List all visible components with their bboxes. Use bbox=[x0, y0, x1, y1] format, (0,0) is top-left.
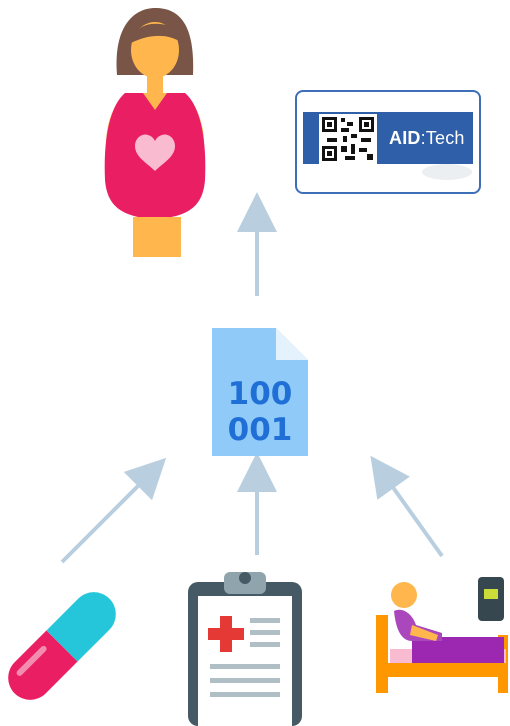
brand-prefix: AID bbox=[389, 128, 421, 148]
id-card: AID:Tech bbox=[295, 90, 481, 194]
binary-line-1: 100 bbox=[227, 376, 293, 412]
clipboard-medical-icon bbox=[188, 572, 302, 726]
hospital-bed-icon bbox=[376, 577, 508, 693]
pregnant-woman-icon bbox=[104, 8, 206, 257]
arrow-bed-to-file bbox=[370, 455, 444, 558]
binary-line-2: 001 bbox=[227, 412, 293, 448]
brand-suffix: :Tech bbox=[420, 128, 465, 148]
arrow-capsule-to-file bbox=[60, 457, 167, 564]
qr-code-icon bbox=[319, 114, 377, 164]
aid-tech-brand: AID:Tech bbox=[389, 128, 465, 149]
binary-text: 100 001 bbox=[212, 376, 308, 448]
capsule-icon bbox=[8, 592, 116, 700]
diagram: AID:Tech 100 001 bbox=[0, 0, 510, 726]
